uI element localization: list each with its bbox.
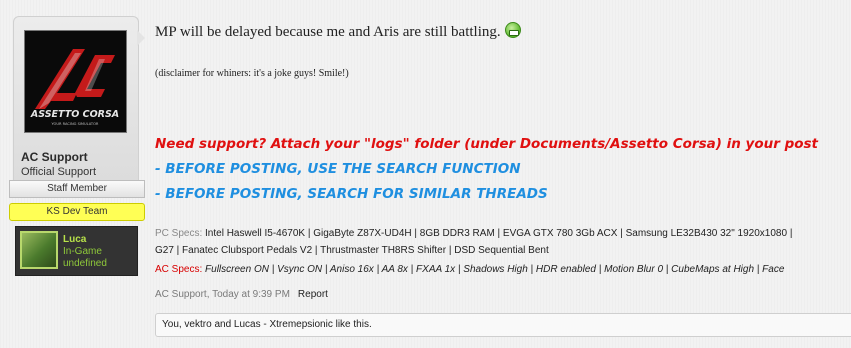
ingame-game-name: undefined: [63, 258, 107, 269]
staff-member-banner: Staff Member: [9, 180, 145, 198]
ingame-status-text: In-Game: [63, 246, 102, 257]
pc-specs-line-2: G27 | Fanatec Clubsport Pedals V2 | Thru…: [155, 245, 549, 256]
svg-text:ASSETTO CORSA: ASSETTO CORSA: [30, 109, 119, 120]
message-disclaimer: (disclaimer for whiners: it's a joke guy…: [155, 68, 349, 79]
post-author-time[interactable]: AC Support, Today at 9:39 PM: [155, 289, 290, 300]
ac-specs-line: AC Specs: Fullscreen ON | Vsync ON | Ani…: [155, 264, 784, 275]
likes-text[interactable]: You, vektro and Lucas - Xtremepsionic li…: [162, 319, 372, 330]
signature-search-line: - BEFORE POSTING, USE THE SEARCH FUNCTIO…: [155, 161, 521, 177]
pc-specs-text: Intel Haswell I5-4670K | GigaByte Z87X-U…: [205, 228, 793, 239]
pc-specs-line: PC Specs: Intel Haswell I5-4670K | GigaB…: [155, 228, 792, 239]
report-link[interactable]: Report: [298, 289, 328, 300]
user-panel-arrow: [137, 30, 145, 46]
message-text: MP will be delayed because me and Aris a…: [155, 22, 521, 41]
ac-specs-text: Fullscreen ON | Vsync ON | Aniso 16x | A…: [205, 264, 785, 275]
likes-summary: You, vektro and Lucas - Xtremepsionic li…: [155, 313, 851, 337]
signature-similar-threads-line: - BEFORE POSTING, SEARCH FOR SIMILAR THR…: [155, 186, 548, 202]
post-meta: AC Support, Today at 9:39 PM Report: [155, 289, 328, 300]
game-thumbnail-icon: [20, 231, 58, 269]
pc-specs-label: PC Specs:: [155, 228, 203, 239]
grin-smiley-icon: [504, 22, 521, 38]
message-main-text: MP will be delayed because me and Aris a…: [155, 24, 501, 40]
svg-text:YOUR RACING SIMULATOR: YOUR RACING SIMULATOR: [52, 122, 99, 126]
avatar[interactable]: ASSETTO CORSA YOUR RACING SIMULATOR: [24, 30, 127, 133]
ingame-username: Luca: [63, 234, 87, 245]
user-title: Official Support: [21, 166, 97, 178]
ks-dev-team-banner: KS Dev Team: [9, 203, 145, 221]
username[interactable]: AC Support: [21, 150, 88, 164]
ac-specs-label: AC Specs:: [155, 264, 203, 275]
ingame-status-card[interactable]: Luca In-Game undefined: [15, 226, 138, 276]
assetto-corsa-logo-icon: ASSETTO CORSA YOUR RACING SIMULATOR: [25, 31, 126, 132]
signature-support-line: Need support? Attach your "logs" folder …: [155, 136, 819, 152]
pc-specs-text-2: G27 | Fanatec Clubsport Pedals V2 | Thru…: [155, 245, 549, 256]
